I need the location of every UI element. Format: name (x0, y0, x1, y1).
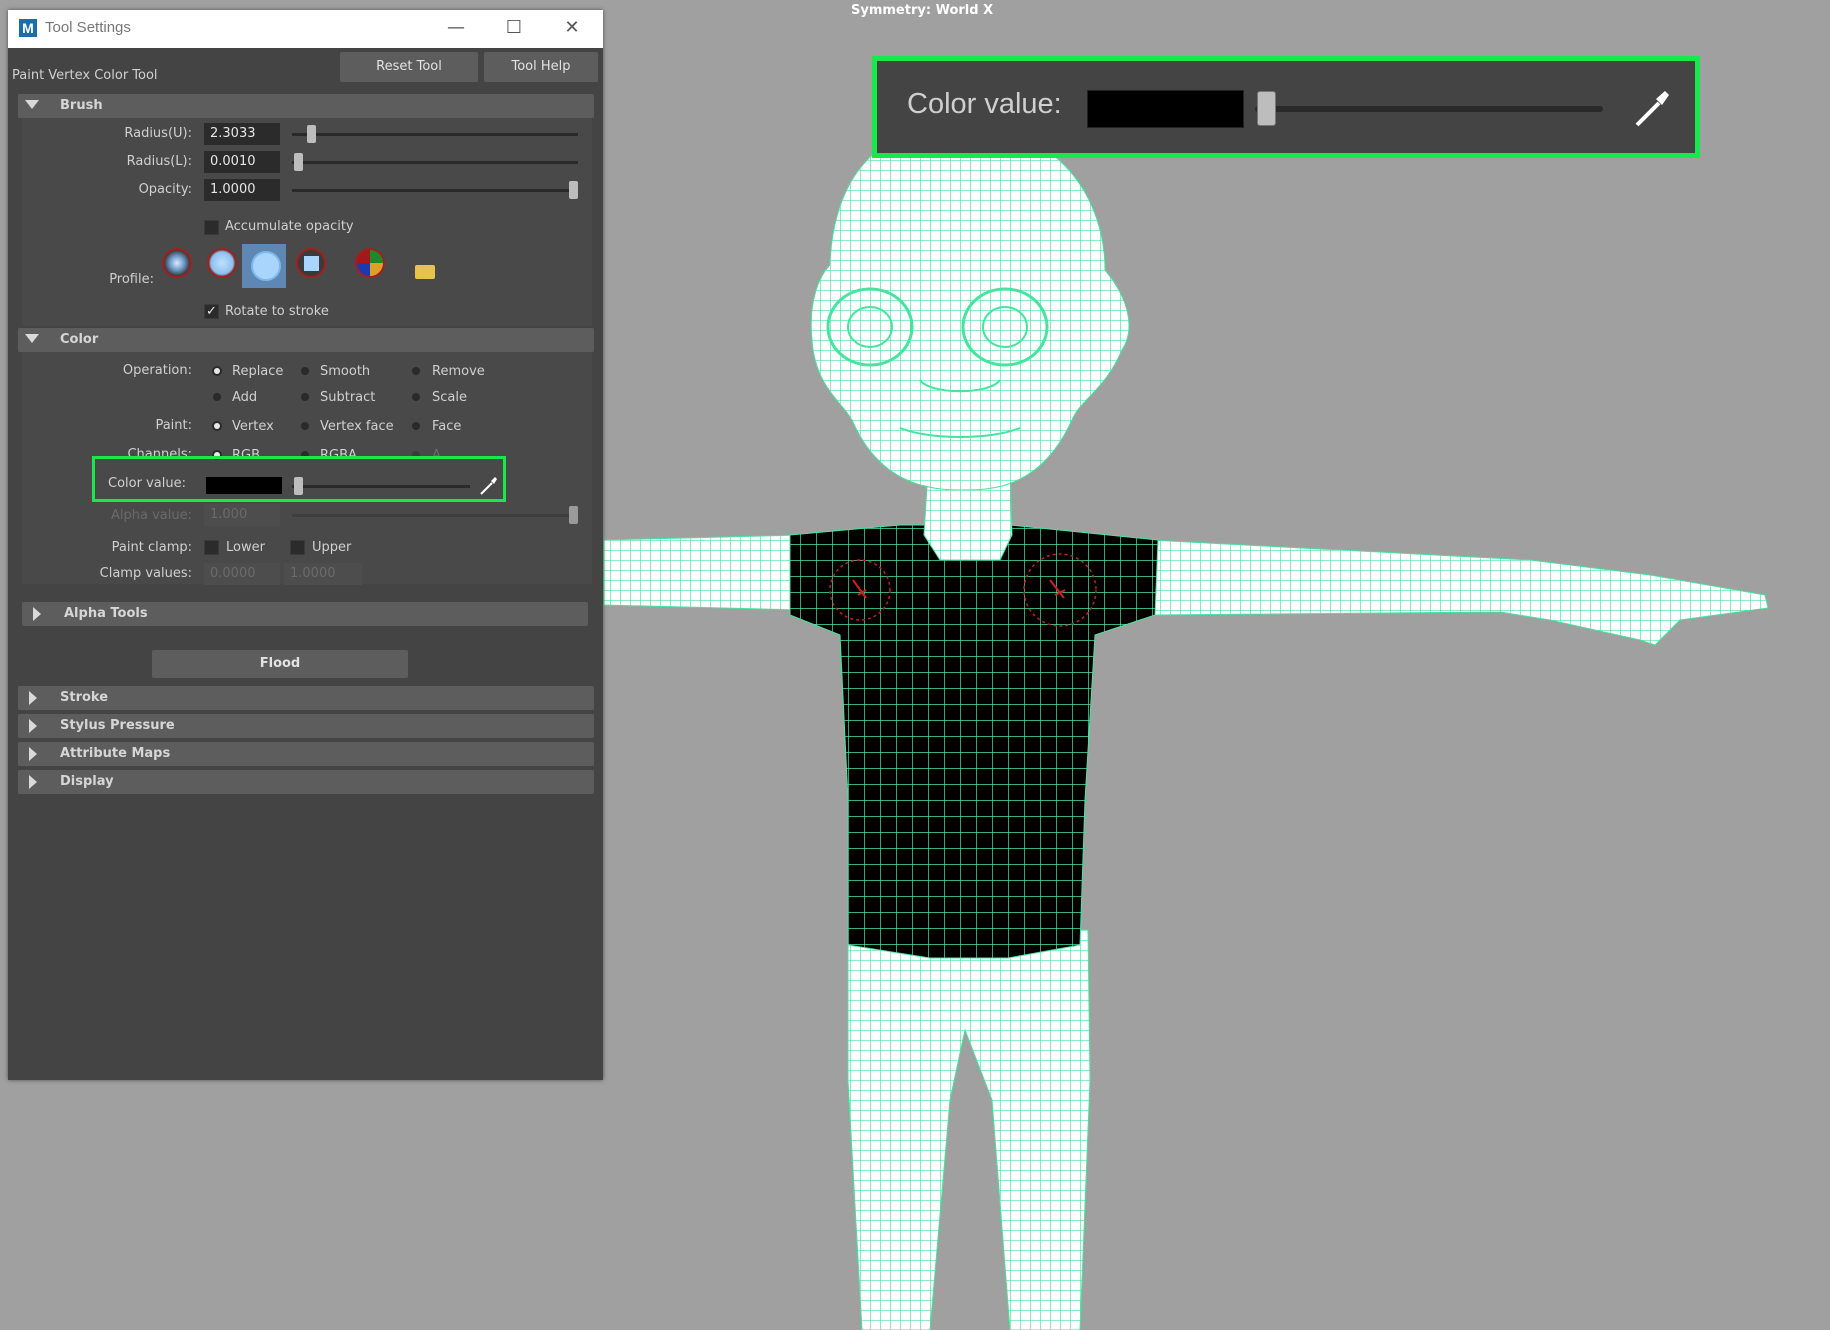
radius-l-slider-handle[interactable] (294, 153, 303, 171)
stroke-section-header[interactable]: Stroke (18, 686, 594, 710)
operation-scale-radio[interactable] (412, 393, 420, 401)
opacity-slider-handle[interactable] (569, 181, 578, 199)
maximize-icon[interactable]: ☐ (494, 14, 534, 42)
alpha-value-slider (292, 514, 578, 517)
flood-button[interactable]: Flood (152, 650, 408, 678)
rotate-to-stroke-label: Rotate to stroke (225, 304, 329, 319)
profile-label: Profile: (109, 272, 154, 287)
radius-l-field[interactable]: 0.0010 (204, 151, 280, 173)
brush-section-title: Brush (60, 98, 103, 113)
zoom-color-slider-track[interactable] (1255, 106, 1603, 112)
operation-remove-radio[interactable] (412, 367, 420, 375)
radius-l-slider[interactable] (292, 161, 578, 164)
color-section-header[interactable]: Color (18, 328, 594, 352)
clamp-min-field: 0.0000 (204, 563, 280, 585)
zoom-color-swatch[interactable] (1087, 90, 1244, 128)
alpha-tools-section-header[interactable]: Alpha Tools (22, 602, 588, 626)
stylus-pressure-section-title: Stylus Pressure (60, 718, 175, 733)
expand-arrow-icon (33, 607, 41, 621)
profile-solid-icon[interactable] (251, 251, 281, 281)
tool-header: Paint Vertex Color Tool Reset Tool Tool … (8, 48, 603, 96)
radius-u-slider[interactable] (292, 133, 578, 136)
paint-face-label: Face (432, 419, 462, 434)
operation-scale-label: Scale (432, 390, 467, 405)
opacity-field[interactable]: 1.0000 (204, 179, 280, 201)
reset-tool-button[interactable]: Reset Tool (340, 52, 478, 82)
operation-add-radio[interactable] (213, 393, 221, 401)
minimize-icon[interactable]: — (436, 14, 476, 42)
zoom-color-slider-handle[interactable] (1257, 91, 1276, 126)
paint-label: Paint: (155, 418, 192, 433)
color-value-zoom-callout: Color value: (872, 56, 1700, 158)
accumulate-opacity-checkbox[interactable] (204, 220, 219, 235)
opacity-slider[interactable] (292, 189, 578, 192)
operation-smooth-radio[interactable] (301, 367, 309, 375)
alpha-value-slider-handle (569, 506, 578, 524)
clamp-upper-label: Upper (312, 540, 352, 555)
accumulate-opacity-label: Accumulate opacity (225, 219, 354, 234)
eyedropper-icon[interactable] (1629, 85, 1675, 131)
clamp-lower-checkbox[interactable] (204, 540, 219, 555)
operation-smooth-label: Smooth (320, 364, 371, 379)
radius-u-slider-handle[interactable] (307, 125, 316, 143)
radius-l-label: Radius(L): (126, 154, 192, 169)
radius-u-field[interactable]: 2.3033 (204, 123, 280, 145)
paint-vertex-face-label: Vertex face (320, 419, 394, 434)
folder-icon[interactable] (415, 265, 435, 279)
brush-panel: Radius(U): 2.3033 Radius(L): 0.0010 Opac… (22, 118, 592, 326)
rotate-to-stroke-checkbox[interactable]: ✓ (204, 304, 219, 319)
alpha-value-label: Alpha value: (111, 508, 192, 523)
operation-replace-label: Replace (232, 364, 284, 379)
expand-arrow-icon (29, 691, 37, 705)
tool-settings-window: M Tool Settings — ☐ ✕ Paint Vertex Color… (8, 10, 603, 1080)
radius-u-label: Radius(U): (124, 126, 192, 141)
clamp-max-field: 1.0000 (284, 563, 362, 585)
display-section-header[interactable]: Display (18, 770, 594, 794)
brush-section-header[interactable]: Brush (18, 94, 594, 118)
operation-add-label: Add (232, 390, 258, 405)
paint-clamp-label: Paint clamp: (111, 540, 192, 555)
profile-gaussian-icon[interactable] (162, 248, 192, 278)
profile-image-icon[interactable] (355, 248, 385, 278)
paint-vertex-face-radio[interactable] (301, 422, 309, 430)
profile-soft-icon[interactable] (207, 248, 237, 278)
paint-vertex-radio[interactable] (214, 423, 220, 429)
operation-subtract-radio[interactable] (301, 393, 309, 401)
clamp-lower-label: Lower (226, 540, 265, 555)
window-title: Tool Settings (45, 19, 131, 36)
tool-help-button[interactable]: Tool Help (484, 52, 598, 82)
zoom-color-value-label: Color value: (907, 88, 1062, 120)
clamp-upper-checkbox[interactable] (290, 540, 305, 555)
stroke-section-title: Stroke (60, 690, 109, 705)
stylus-pressure-section-header[interactable]: Stylus Pressure (18, 714, 594, 738)
paint-vertex-label: Vertex (232, 419, 274, 434)
expand-arrow-icon (29, 747, 37, 761)
collapse-arrow-icon (25, 334, 39, 343)
color-value-highlight (92, 456, 506, 502)
paint-face-radio[interactable] (412, 422, 420, 430)
operation-label: Operation: (122, 363, 192, 378)
profile-square-icon[interactable] (296, 248, 326, 278)
operation-subtract-label: Subtract (320, 390, 376, 405)
attribute-maps-section-title: Attribute Maps (60, 746, 171, 761)
display-section-title: Display (60, 774, 114, 789)
close-icon[interactable]: ✕ (552, 14, 592, 42)
maya-logo-icon: M (19, 19, 37, 37)
operation-replace-radio[interactable] (214, 368, 220, 374)
opacity-label: Opacity: (138, 182, 192, 197)
operation-remove-label: Remove (432, 364, 485, 379)
attribute-maps-section-header[interactable]: Attribute Maps (18, 742, 594, 766)
alpha-tools-title: Alpha Tools (64, 606, 148, 621)
expand-arrow-icon (29, 719, 37, 733)
clamp-values-label: Clamp values: (99, 566, 192, 581)
tool-name: Paint Vertex Color Tool (12, 68, 158, 83)
expand-arrow-icon (29, 775, 37, 789)
color-section-title: Color (60, 332, 99, 347)
collapse-arrow-icon (25, 100, 39, 109)
alpha-value-field: 1.000 (204, 504, 280, 526)
title-bar[interactable]: M Tool Settings — ☐ ✕ (8, 10, 603, 48)
